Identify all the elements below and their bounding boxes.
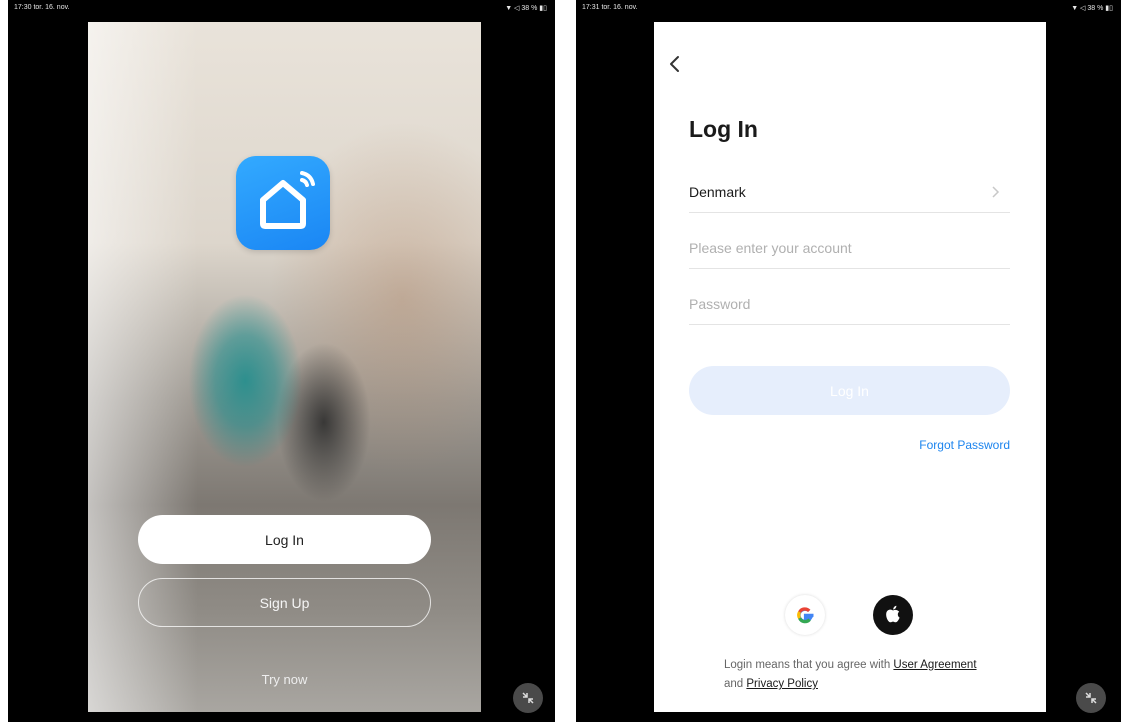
status-bar: 17:31 tor. 16. nov. ▼ ◁ 38 % ▮▯ bbox=[576, 2, 1121, 16]
collapse-arrows-icon[interactable] bbox=[1076, 683, 1106, 713]
status-indicators: ▼ ◁ 38 % ▮▯ bbox=[505, 5, 547, 12]
status-time: 17:31 tor. 16. nov. bbox=[582, 4, 638, 11]
account-placeholder: Please enter your account bbox=[689, 240, 852, 256]
welcome-screen: Log In Sign Up Try now bbox=[88, 22, 481, 712]
try-now-link[interactable]: Try now bbox=[88, 672, 481, 687]
user-agreement-link[interactable]: User Agreement bbox=[893, 659, 976, 671]
account-input[interactable]: Please enter your account bbox=[689, 228, 1010, 269]
page-title: Log In bbox=[689, 116, 758, 142]
password-input[interactable]: Password bbox=[689, 284, 1010, 325]
login-button[interactable]: Log In bbox=[689, 366, 1010, 415]
forgot-password-link[interactable]: Forgot Password bbox=[919, 438, 1010, 452]
tablet-left: 17:30 tor. 16. nov. ▼ ◁ 38 % ▮▯ Log In S… bbox=[8, 0, 555, 722]
collapse-arrows-icon[interactable] bbox=[513, 683, 543, 713]
chevron-right-icon bbox=[990, 184, 1000, 200]
terms-and: and bbox=[724, 678, 744, 690]
smart-home-icon bbox=[236, 156, 330, 250]
status-time: 17:30 tor. 16. nov. bbox=[14, 4, 70, 11]
status-indicators: ▼ ◁ 38 % ▮▯ bbox=[1071, 5, 1113, 12]
google-icon[interactable] bbox=[785, 595, 825, 635]
status-bar: 17:30 tor. 16. nov. ▼ ◁ 38 % ▮▯ bbox=[8, 2, 555, 16]
tablet-right: 17:31 tor. 16. nov. ▼ ◁ 38 % ▮▯ Log In D… bbox=[576, 0, 1121, 722]
password-placeholder: Password bbox=[689, 296, 751, 312]
privacy-policy-link[interactable]: Privacy Policy bbox=[746, 678, 818, 690]
terms-prefix: Login means that you agree with bbox=[724, 659, 891, 671]
country-select[interactable]: Denmark bbox=[689, 172, 1010, 213]
signup-button[interactable]: Sign Up bbox=[138, 578, 431, 627]
terms-text: Login means that you agree with User Agr… bbox=[724, 656, 994, 694]
login-screen: Log In Denmark Please enter your account… bbox=[654, 22, 1046, 712]
country-value: Denmark bbox=[689, 184, 746, 200]
apple-icon[interactable] bbox=[873, 595, 913, 635]
login-button[interactable]: Log In bbox=[138, 515, 431, 564]
chevron-left-icon[interactable] bbox=[666, 52, 686, 76]
